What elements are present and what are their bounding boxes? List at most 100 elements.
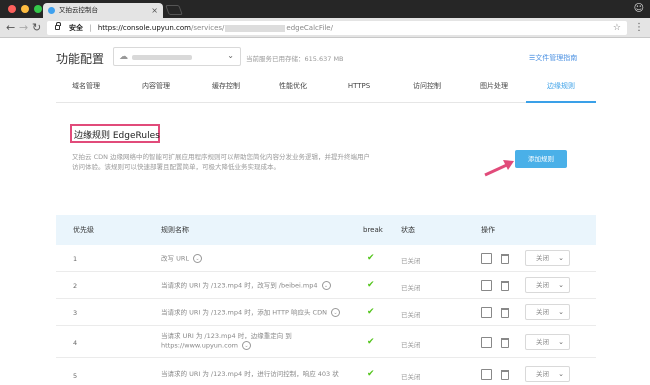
rule-name-text: 当请求 URI 为 /123.mp4 时，边缘重定向 到 [161,332,292,340]
status-select[interactable]: 关闭 ⌄ [525,250,570,266]
status-select-value: 关闭 [536,254,549,262]
tab-content[interactable]: 内容管理 [126,77,186,103]
storage-used-text: 当前服务已用存储：615.637 MB [246,55,344,63]
row-rule-name: 当请求 URI 为 /123.mp4 时，边缘重定向 到 https://www… [161,332,292,351]
header-actions: 操作 [481,226,495,234]
browser-menu-icon[interactable]: ⋮ [634,21,644,34]
url-separator: | [89,24,92,32]
trash-icon[interactable] [501,308,509,318]
status-select-value: 关闭 [536,308,549,316]
tab-access-control[interactable]: 访问控制 [397,77,457,103]
lock-icon [55,22,61,30]
row-priority: 1 [73,255,78,263]
trash-icon[interactable] [501,338,509,348]
status-select[interactable]: 关闭 ⌄ [525,366,570,382]
pointer-arrow-icon [484,160,514,177]
tab-edge-rules[interactable]: 边缘规则 [526,77,596,103]
page-title: 功能配置 [56,52,105,66]
header-break: break [363,226,383,234]
edit-icon[interactable] [481,280,492,291]
incognito-icon: ☺ [633,3,644,14]
table-row: 5 当请求的 URI 为 /123.mp4 时，进行访问控制，响应 403 状 … [56,358,596,385]
row-status: 已关闭 [401,341,421,349]
chevron-down-icon: ⌄ [558,308,564,316]
tab-close-icon[interactable]: × [151,3,158,18]
row-rule-name: 当请求的 URI 为 /123.mp4 时，添加 HTTP 响应头 CDN ⌄ [161,308,340,318]
row-status: 已关闭 [401,257,421,265]
maximize-window-button[interactable] [34,5,42,13]
status-select-value: 关闭 [536,370,549,378]
table-row: 2 当请求的 URI 为 /123.mp4 时，改写到 /beibei.mp4 ⌄… [56,272,596,299]
expand-chevron-icon[interactable]: ⌄ [330,308,340,317]
new-tab-button[interactable] [165,5,183,15]
row-status: 已关闭 [401,373,421,381]
table-row: 4 当请求 URI 为 /123.mp4 时，边缘重定向 到 https://w… [56,326,596,358]
rules-table-header: 优先级 规则名称 break 状态 操作 [56,215,596,245]
break-check-icon: ✔ [367,337,375,347]
tab-title: 又拍云控制台 [59,6,98,14]
section-title: 边缘规则 EdgeRules [74,131,160,141]
break-check-icon: ✔ [367,280,375,290]
status-select-value: 关闭 [536,281,549,289]
row-priority: 3 [73,309,78,317]
url-redacted [225,24,286,32]
rule-name-text: 改写 URL [161,254,189,263]
edit-icon[interactable] [481,307,492,318]
chevron-down-icon: ⌄ [227,51,234,60]
rule-name-text: 当请求的 URI 为 /123.mp4 时，进行访问控制，响应 403 状 [161,370,339,378]
tab-image-processing[interactable]: 图片处理 [464,77,524,103]
trash-icon[interactable] [501,254,509,264]
row-rule-name: 当请求的 URI 为 /123.mp4 时，改写到 /beibei.mp4 ⌄ [161,281,331,291]
back-arrow-icon[interactable]: ← [6,21,15,34]
url-path-suffix: edgeCalcFile/ [286,24,333,32]
tab-https[interactable]: HTTPS [329,77,389,103]
tab-domain[interactable]: 域名管理 [56,77,116,103]
table-row: 1 改写 URL ⌄ ✔ 已关闭 关闭 ⌄ [56,245,596,272]
forward-arrow-icon[interactable]: → [19,21,28,34]
edit-icon[interactable] [481,369,492,380]
tab-cache[interactable]: 缓存控制 [196,77,256,103]
header-rule-name: 规则名称 [161,226,189,234]
break-check-icon: ✔ [367,369,375,379]
rule-name-text-line2: https://www.upyun.com [161,341,238,350]
trash-icon[interactable] [501,281,509,291]
domain-select[interactable]: ☁ ⌄ [113,47,241,66]
expand-chevron-icon[interactable]: ⌄ [242,341,251,350]
minimize-window-button[interactable] [21,5,29,13]
tab-performance[interactable]: 性能优化 [263,77,323,103]
edit-icon[interactable] [481,337,492,348]
description-line-1: 又拍云 CDN 边缘网络中的智能可扩展应用程序规则可以帮助您简化内容分发业务逻辑… [72,153,371,161]
status-select[interactable]: 关闭 ⌄ [525,304,570,320]
status-select[interactable]: 关闭 ⌄ [525,334,570,350]
header-status: 状态 [401,226,415,234]
bookmark-star-icon[interactable]: ☆ [613,21,621,35]
reload-icon[interactable]: ↻ [32,21,41,34]
domain-select-value-redacted [132,55,192,60]
favicon-icon [48,7,55,14]
secure-label: 安全 [69,24,83,32]
row-priority: 4 [73,339,78,347]
add-rule-button[interactable]: 添加规则 [515,150,567,168]
expand-chevron-icon[interactable]: ⌄ [192,254,202,263]
feature-tabs: 域名管理 内容管理 缓存控制 性能优化 HTTPS 访问控制 图片处理 边缘规则 [56,77,596,103]
expand-chevron-icon[interactable]: ⌄ [321,281,331,290]
close-window-button[interactable] [8,5,16,13]
description-line-2: 访问体验。该规则可以快速部署且配置简单，可极大降低业务实现成本。 [72,163,280,171]
file-guide-link[interactable]: ☰文件管理指南 [529,53,577,63]
url-path-prefix: /services/ [190,24,225,32]
table-row: 3 当请求的 URI 为 /123.mp4 时，添加 HTTP 响应头 CDN ⌄… [56,299,596,326]
row-rule-name: 当请求的 URI 为 /123.mp4 时，进行访问控制，响应 403 状 [161,370,339,379]
status-select[interactable]: 关闭 ⌄ [525,277,570,293]
browser-tab[interactable]: 又拍云控制台 × [43,3,163,18]
rule-name-text: 当请求的 URI 为 /123.mp4 时，添加 HTTP 响应头 CDN [161,308,327,317]
edit-icon[interactable] [481,253,492,264]
chevron-down-icon: ⌄ [558,338,564,346]
url-input[interactable]: 安全 | https://console.upyun.com/services/… [47,21,627,35]
break-check-icon: ✔ [367,253,375,263]
url-host: https://console.upyun.com [97,24,191,32]
section-description: 又拍云 CDN 边缘网络中的智能可扩展应用程序规则可以帮助您简化内容分发业务逻辑… [72,152,467,172]
header-priority: 优先级 [73,226,94,234]
row-status: 已关闭 [401,284,421,292]
row-rule-name: 改写 URL ⌄ [161,254,202,264]
row-priority: 2 [73,282,78,290]
